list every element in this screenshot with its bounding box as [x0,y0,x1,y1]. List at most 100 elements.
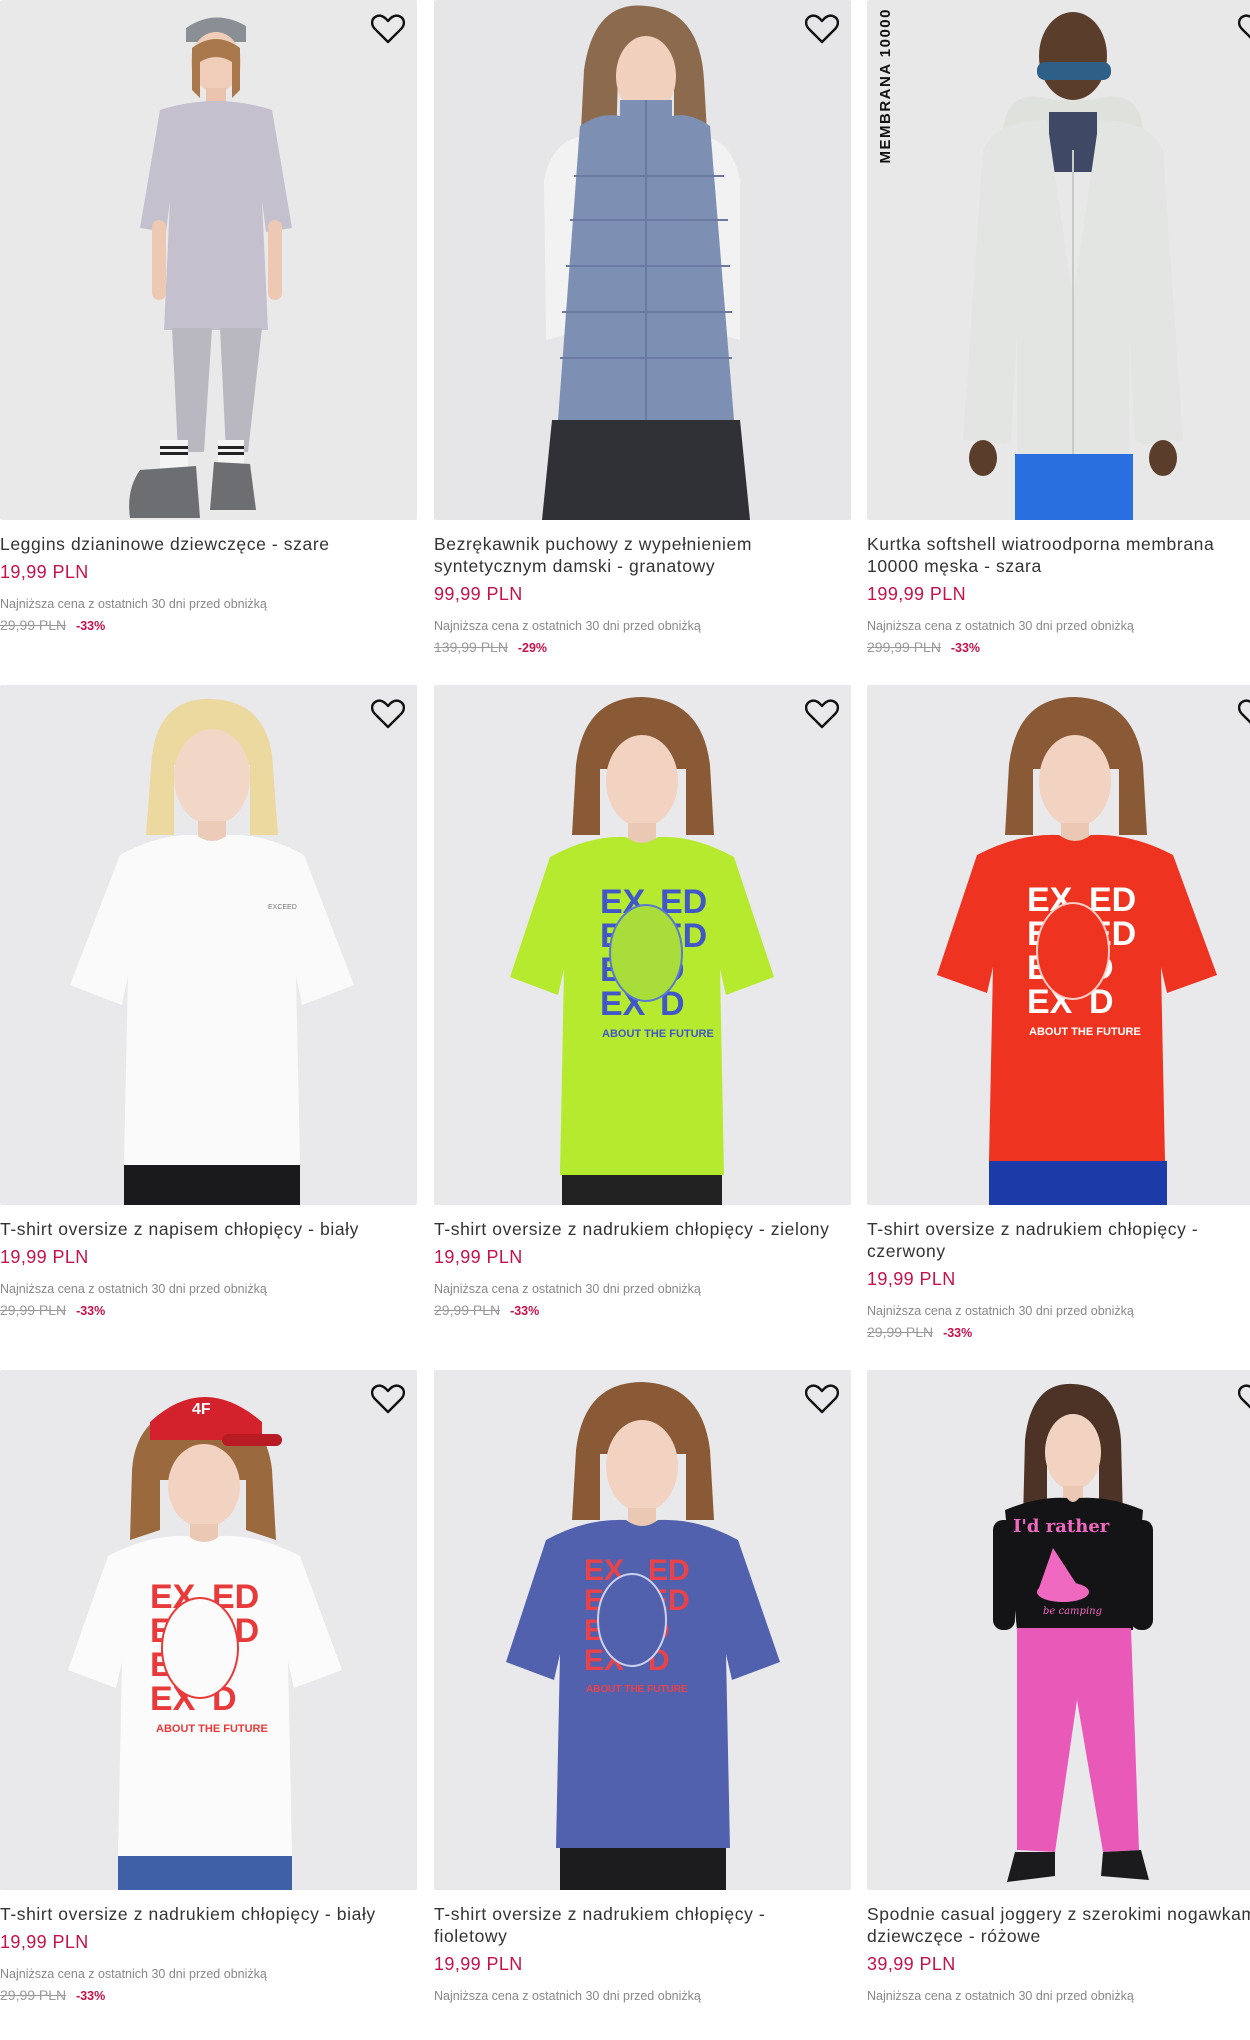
product-name[interactable]: T-shirt oversize z nadrukiem chłopięcy -… [434,1903,834,1947]
product-card[interactable]: EXCEED T-shirt oversize z napisem chłopi… [0,685,417,1355]
product-name[interactable]: T-shirt oversize z nadrukiem chłopięcy -… [867,1218,1250,1262]
discount-badge: -33% [950,641,981,655]
old-price: 29,99 PLN [0,617,67,633]
lowest-price-label: Najniższa cena z ostatnich 30 dni przed … [867,1989,1134,2003]
old-price: 139,99 PLN [434,639,508,655]
product-image[interactable]: EXED EXED EXD EXD ABOUT THE FUTURE [867,685,1250,1205]
product-info: T-shirt oversize z nadrukiem chłopięcy -… [0,1903,400,2003]
wishlist-button[interactable] [803,695,841,733]
product-info: Leggins dzianinowe dziewczęce - szare 19… [0,533,400,633]
wishlist-button[interactable] [1236,10,1250,48]
old-price-row: 139,99 PLN -29% [434,639,834,655]
wishlist-button[interactable] [1236,695,1250,733]
lowest-price-label: Najniższa cena z ostatnich 30 dni przed … [867,1304,1134,1318]
discount-badge: -33% [76,619,106,633]
product-name[interactable]: Leggins dzianinowe dziewczęce - szare [0,533,400,555]
product-info: Bezrękawnik puchowy z wypełnieniem synte… [434,533,834,655]
lowest-price-label: Najniższa cena z ostatnich 30 dni przed … [0,597,267,611]
product-price: 19,99 PLN [0,562,89,582]
product-info: Spodnie casual joggery z szerokimi nogaw… [867,1903,1250,2003]
product-image[interactable] [434,0,851,520]
product-name[interactable]: T-shirt oversize z napisem chłopięcy - b… [0,1218,400,1240]
discount-badge: -33% [510,1304,540,1318]
discount-badge: -29% [517,641,548,655]
lowest-price-label: Najniższa cena z ostatnich 30 dni przed … [434,1282,701,1296]
product-grid: Leggins dzianinowe dziewczęce - szare 19… [0,0,1250,2014]
product-name[interactable]: T-shirt oversize z nadrukiem chłopięcy -… [434,1218,834,1240]
product-name[interactable]: Spodnie casual joggery z szerokimi nogaw… [867,1903,1250,1947]
old-price-row: 29,99 PLN -33% [434,1302,834,1318]
product-info: T-shirt oversize z nadrukiem chłopięcy -… [867,1218,1250,1340]
discount-badge: -33% [76,1304,106,1318]
product-price: 19,99 PLN [434,1954,523,1974]
product-card[interactable]: I'd rather be camping Spodnie casual jog… [867,1370,1250,2040]
old-price-row: 29,99 PLN -33% [0,1987,400,2003]
product-name[interactable]: T-shirt oversize z nadrukiem chłopięcy -… [0,1903,400,1925]
svg-text:ABOUT THE FUTURE: ABOUT THE FUTURE [586,1684,688,1695]
product-image[interactable]: EXED EXED EXD EXD ABOUT THE FUTURE [434,685,851,1205]
product-image[interactable] [867,0,1250,520]
product-info: T-shirt oversize z nadrukiem chłopięcy -… [434,1218,834,1318]
old-price: 299,99 PLN [867,639,941,655]
heart-outline-icon [1238,1384,1250,1409]
product-card[interactable]: 4F EXED EXED ED EXD ABOUT THE FUTURE [0,1370,417,2040]
product-image[interactable] [0,0,417,520]
old-price: 29,99 PLN [0,1987,67,2003]
product-price: 19,99 PLN [434,1247,523,1267]
svg-text:4F: 4F [192,1401,211,1418]
product-card[interactable]: EXED EXED ED EXD ABOUT THE FUTURE T-shir… [434,1370,851,2040]
product-price: 99,99 PLN [434,584,523,604]
wishlist-button[interactable] [369,695,407,733]
wishlist-button[interactable] [803,1380,841,1418]
lowest-price-label: Najniższa cena z ostatnich 30 dni przed … [0,1967,267,1981]
lowest-price-label: Najniższa cena z ostatnich 30 dni przed … [434,619,701,633]
svg-text:ED: ED [648,1554,690,1587]
heart-outline-icon [371,699,405,729]
product-image[interactable]: EXCEED [0,685,417,1205]
svg-text:be camping: be camping [1043,1606,1102,1617]
product-card[interactable]: EXED EXED EXD EXD ABOUT THE FUTURE T-shi… [434,685,851,1355]
product-card[interactable]: EXED EXED EXD EXD ABOUT THE FUTURE T-shi… [867,685,1250,1355]
product-price: 19,99 PLN [867,1269,956,1289]
old-price: 29,99 PLN [0,1302,67,1318]
lowest-price-label: Najniższa cena z ostatnich 30 dni przed … [0,1282,267,1296]
discount-badge: -33% [76,1989,106,2003]
heart-outline-icon [371,14,405,44]
product-image[interactable]: EXED EXED ED EXD ABOUT THE FUTURE [434,1370,851,1890]
wishlist-button[interactable] [369,10,407,48]
product-price: 19,99 PLN [0,1932,89,1952]
old-price-row: 29,99 PLN -33% [0,617,400,633]
product-price: 199,99 PLN [867,584,967,604]
lowest-price-label: Najniższa cena z ostatnich 30 dni przed … [867,619,1134,633]
product-name[interactable]: Bezrękawnik puchowy z wypełnieniem synte… [434,533,834,577]
svg-text:EXCEED: EXCEED [268,904,297,911]
product-name[interactable]: Kurtka softshell wiatroodporna membrana … [867,533,1250,577]
product-price: 19,99 PLN [0,1247,89,1267]
wishlist-button[interactable] [803,10,841,48]
lowest-price-label: Najniższa cena z ostatnich 30 dni przed … [434,1989,701,2003]
product-price: 39,99 PLN [867,1954,956,1974]
wishlist-button[interactable] [369,1380,407,1418]
product-image[interactable]: I'd rather be camping [867,1370,1250,1890]
heart-outline-icon [371,1384,405,1414]
old-price-row: 299,99 PLN -33% [867,639,1250,655]
old-price-row: 29,99 PLN -33% [0,1302,400,1318]
svg-text:I'd rather: I'd rather [1013,1516,1110,1537]
heart-outline-icon [1238,14,1250,39]
membrane-badge: MEMBRANA 10000 [877,8,894,164]
product-card[interactable]: MEMBRANA 10000 Kurtka softshell wiatrood… [867,0,1250,670]
product-image[interactable]: 4F EXED EXED ED EXD ABOUT THE FUTURE [0,1370,417,1890]
product-info: T-shirt oversize z napisem chłopięcy - b… [0,1218,400,1318]
product-card[interactable]: Bezrękawnik puchowy z wypełnieniem synte… [434,0,851,670]
old-price: 29,99 PLN [867,1324,934,1340]
svg-text:ABOUT THE FUTURE: ABOUT THE FUTURE [1029,1026,1141,1038]
heart-outline-icon [805,699,839,729]
heart-outline-icon [1238,699,1250,724]
old-price-row: 29,99 PLN -33% [867,1324,1250,1340]
product-info: Kurtka softshell wiatroodporna membrana … [867,533,1250,655]
heart-outline-icon [805,1384,839,1414]
product-info: T-shirt oversize z nadrukiem chłopięcy -… [434,1903,834,2003]
wishlist-button[interactable] [1236,1380,1250,1418]
old-price: 29,99 PLN [434,1302,501,1318]
product-card[interactable]: Leggins dzianinowe dziewczęce - szare 19… [0,0,417,670]
